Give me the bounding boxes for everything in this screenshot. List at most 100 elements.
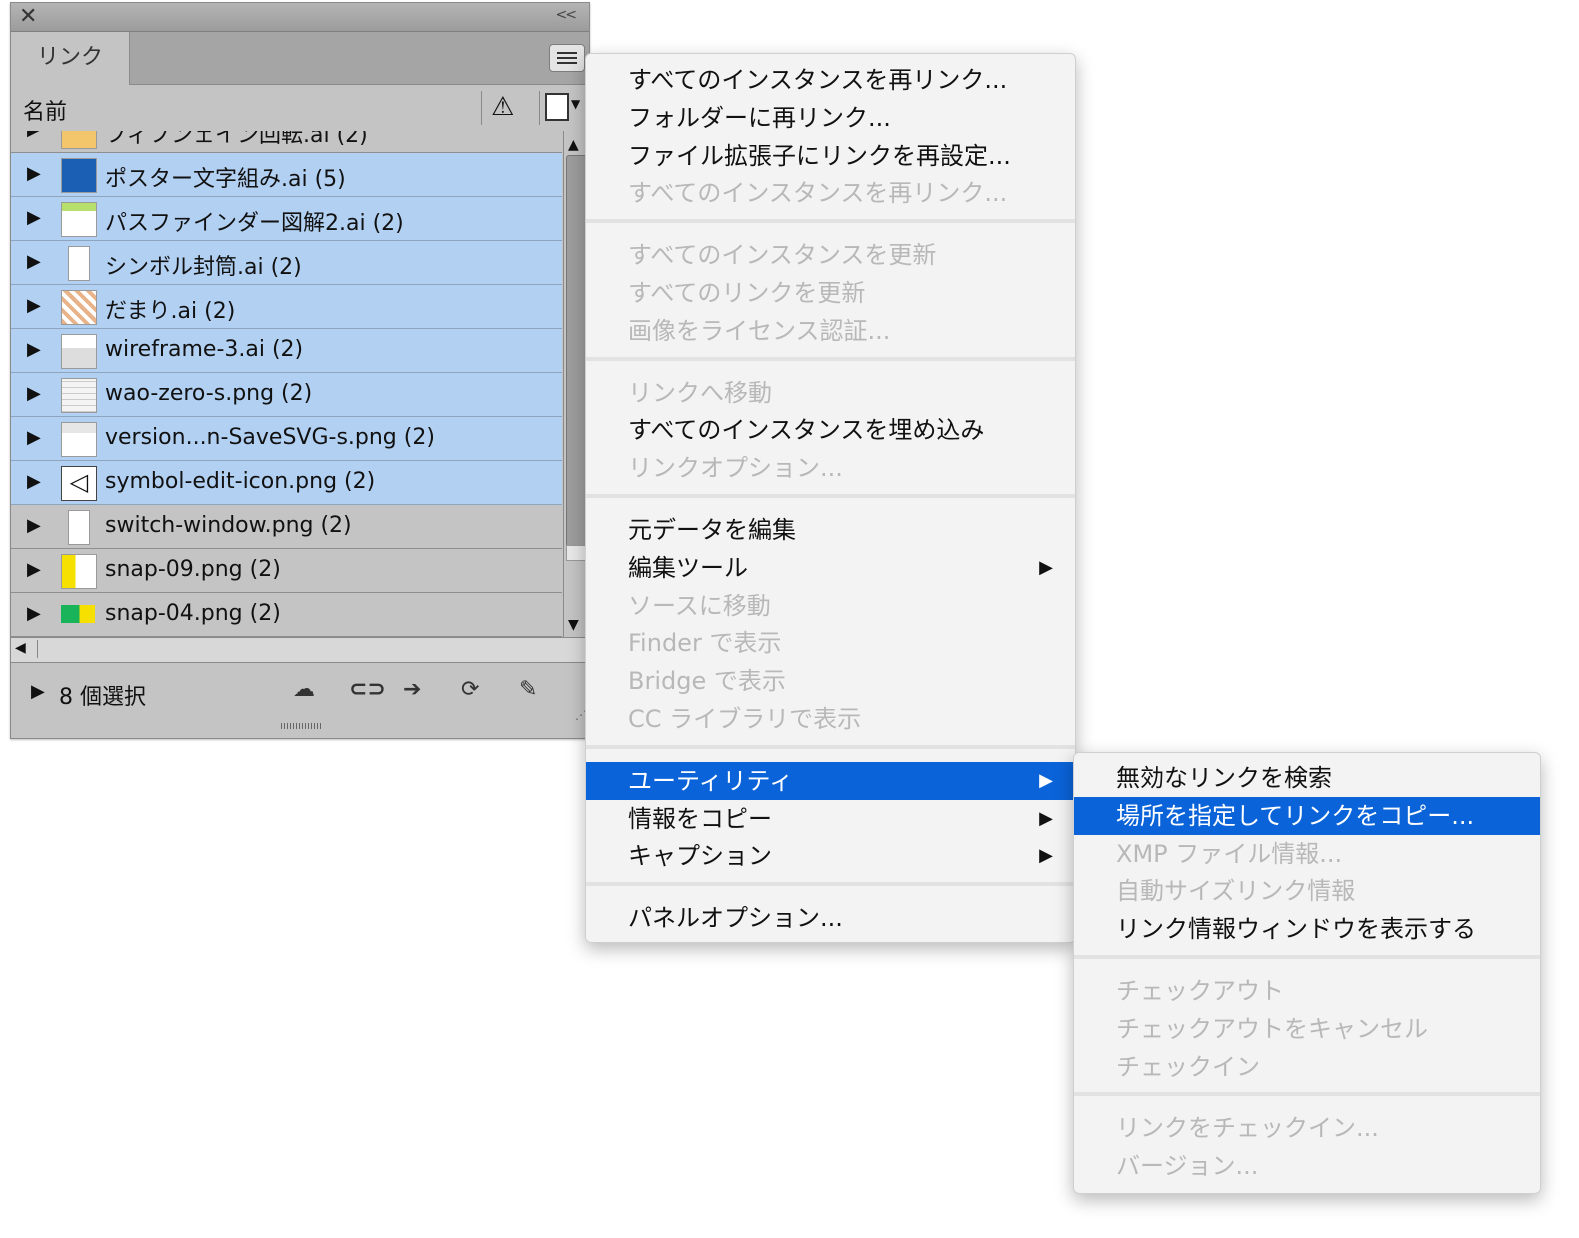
menu-item[interactable]: 画像をライセンス認証... — [586, 312, 1075, 350]
arrow-left-icon: ◁ — [61, 466, 97, 501]
relink-icon[interactable]: ⊂⊃ — [349, 677, 386, 702]
menu-item-label: リンクをチェックイン... — [1116, 1114, 1379, 1143]
menu-item[interactable]: XMP ファイル情報... — [1074, 835, 1540, 873]
panel-menu-button[interactable] — [549, 44, 585, 72]
expand-triangle-icon[interactable]: ▶ — [27, 603, 41, 624]
expand-triangle-icon[interactable]: ▶ — [27, 559, 41, 580]
scroll-thumb[interactable] — [566, 155, 587, 547]
horizontal-scrollbar[interactable]: ◀ — [11, 637, 587, 663]
chevron-down-icon[interactable]: ▼ — [571, 97, 580, 111]
menu-item-label: パネルオプション... — [628, 904, 843, 933]
menu-item[interactable]: すべてのリンクを更新 — [586, 274, 1075, 312]
selection-count: 8 個選択 — [59, 685, 146, 710]
expand-triangle-icon[interactable]: ▶ — [27, 207, 41, 228]
menu-item[interactable]: リンク情報ウィンドウを表示する — [1074, 910, 1540, 948]
goto-link-icon[interactable]: ➔ — [403, 677, 421, 702]
resize-grip[interactable] — [281, 723, 321, 729]
menu-item[interactable]: パネルオプション... — [586, 899, 1075, 937]
scroll-track[interactable] — [566, 545, 587, 561]
menu-item[interactable]: CC ライブラリで表示 — [586, 700, 1075, 738]
list-item[interactable]: ▶ version...n-SaveSVG-s.png (2) — [11, 417, 562, 461]
link-name: wao-zero-s.png (2) — [105, 381, 313, 406]
list-item[interactable]: ▶ ◁ symbol-edit-icon.png (2) — [11, 461, 562, 505]
thumbnail — [61, 202, 97, 237]
scroll-up-icon[interactable]: ▲ — [568, 137, 579, 153]
submenu-arrow-icon: ▶ — [1039, 556, 1053, 578]
collapse-icon[interactable]: << — [556, 7, 578, 23]
menu-item[interactable]: 元データを編集 — [586, 511, 1075, 549]
menu-item[interactable]: リンクをチェックイン... — [1074, 1109, 1540, 1147]
menu-item[interactable]: ファイル拡張子にリンクを再設定... — [586, 137, 1075, 175]
menu-item-label: チェックイン — [1116, 1052, 1260, 1081]
menu-separator — [586, 744, 1075, 749]
menu-item-label: ソースに移動 — [628, 591, 771, 620]
menu-item[interactable]: フォルダーに再リンク... — [586, 99, 1075, 137]
list-item[interactable]: ▶ wireframe-3.ai (2) — [11, 329, 562, 373]
list-item[interactable]: ▶ wao-zero-s.png (2) — [11, 373, 562, 417]
edit-original-icon[interactable]: ✎ — [519, 677, 537, 702]
menu-item[interactable]: 編集ツール ▶ — [586, 549, 1075, 587]
thumbnail — [61, 131, 97, 149]
expand-triangle-icon[interactable]: ▶ — [27, 131, 41, 140]
menu-item[interactable]: ソースに移動 — [586, 587, 1075, 625]
scroll-down-icon[interactable]: ▼ — [568, 617, 579, 633]
menu-item[interactable]: リンクオプション... — [586, 449, 1075, 487]
update-link-icon[interactable]: ⟳ — [461, 677, 479, 702]
menu-item[interactable]: すべてのインスタンスを再リンク... — [586, 61, 1075, 99]
menu-item[interactable]: バージョン... — [1074, 1147, 1540, 1185]
list-item[interactable]: ▶ snap-04.png (2) — [11, 593, 562, 637]
menu-item-label: チェックアウト — [1116, 977, 1284, 1005]
menu-item-label: ユーティリティ — [628, 766, 794, 795]
menu-item[interactable]: すべてのインスタンスを更新 — [586, 236, 1075, 274]
warning-column-icon[interactable]: ⚠ — [491, 92, 514, 122]
menu-item[interactable]: リンクへ移動 — [586, 374, 1075, 412]
menu-item[interactable]: チェックアウトをキャンセル — [1074, 1010, 1540, 1048]
expand-triangle-icon[interactable]: ▶ — [27, 515, 41, 536]
list-item[interactable]: ▶ ポスター文字組み.ai (5) — [11, 153, 562, 197]
expand-triangle-icon[interactable]: ▶ — [27, 251, 41, 272]
close-icon[interactable]: ✕ — [19, 4, 37, 30]
expand-triangle-icon[interactable]: ▶ — [27, 427, 41, 448]
expand-triangle-icon[interactable]: ▶ — [27, 339, 41, 360]
list-item[interactable]: ▶ パスファインダー図解2.ai (2) — [11, 197, 562, 241]
menu-item-label: すべてのインスタンスを更新 — [628, 241, 937, 270]
link-name: ポスター文字組み.ai (5) — [105, 167, 346, 192]
link-name: フィフンェイン回転.ai (2) — [105, 131, 368, 148]
menu-item[interactable]: ユーティリティ ▶ — [586, 761, 1075, 800]
links-list: ▶ フィフンェイン回転.ai (2) ▶ ポスター文字組み.ai (5) ▶ パ… — [11, 131, 562, 637]
menu-item[interactable]: すべてのインスタンスを再リンク... — [586, 174, 1075, 212]
menu-item[interactable]: Finder で表示 — [586, 624, 1075, 662]
scroll-left-icon[interactable]: ◀ — [15, 640, 38, 658]
menu-item[interactable]: 自動サイズリンク情報 — [1074, 872, 1540, 910]
link-name: snap-04.png (2) — [105, 601, 281, 626]
expand-triangle-icon[interactable]: ▶ — [27, 471, 41, 492]
menu-item-label: すべてのインスタンスを再リンク... — [628, 66, 1008, 94]
column-name-header[interactable]: 名前 — [23, 94, 67, 126]
expand-triangle-icon[interactable]: ▶ — [27, 295, 41, 316]
menu-item[interactable]: キャプション ▶ — [586, 837, 1075, 875]
page-column-icon[interactable] — [545, 93, 569, 121]
list-item[interactable]: ▶ シンボル封筒.ai (2) — [11, 241, 562, 285]
list-item[interactable]: ▶ フィフンェイン回転.ai (2) — [11, 131, 562, 153]
menu-item[interactable]: Bridge で表示 — [586, 662, 1075, 700]
list-item[interactable]: ▶ snap-09.png (2) — [11, 549, 562, 593]
menu-item[interactable]: 無効なリンクを検索 — [1074, 759, 1540, 797]
menu-item-label: 無効なリンクを検索 — [1116, 764, 1332, 792]
menu-item[interactable]: 場所を指定してリンクをコピー... — [1074, 796, 1540, 835]
expand-info-triangle-icon[interactable]: ▶ — [31, 681, 45, 702]
menu-item[interactable]: すべてのインスタンスを埋め込み — [586, 411, 1075, 449]
menu-item[interactable]: チェックイン — [1074, 1048, 1540, 1086]
expand-triangle-icon[interactable]: ▶ — [27, 383, 41, 404]
column-header: 名前 ⚠ ▼ — [11, 85, 589, 131]
menu-item-label: 画像をライセンス認証... — [628, 316, 891, 345]
list-item[interactable]: ▶ だまり.ai (2) — [11, 285, 562, 329]
menu-item-label: Bridge で表示 — [628, 667, 786, 696]
tab-links[interactable]: リンク — [11, 32, 130, 85]
menu-item-label: リンクオプション... — [628, 454, 843, 483]
menu-item[interactable]: 情報をコピー ▶ — [586, 800, 1075, 838]
menu-item[interactable]: チェックアウト — [1074, 972, 1540, 1010]
expand-triangle-icon[interactable]: ▶ — [27, 163, 41, 184]
panel-tabbar: リンク — [11, 32, 589, 85]
list-item[interactable]: ▶ switch-window.png (2) — [11, 505, 562, 549]
cloud-link-icon[interactable]: ☁ — [293, 677, 315, 702]
